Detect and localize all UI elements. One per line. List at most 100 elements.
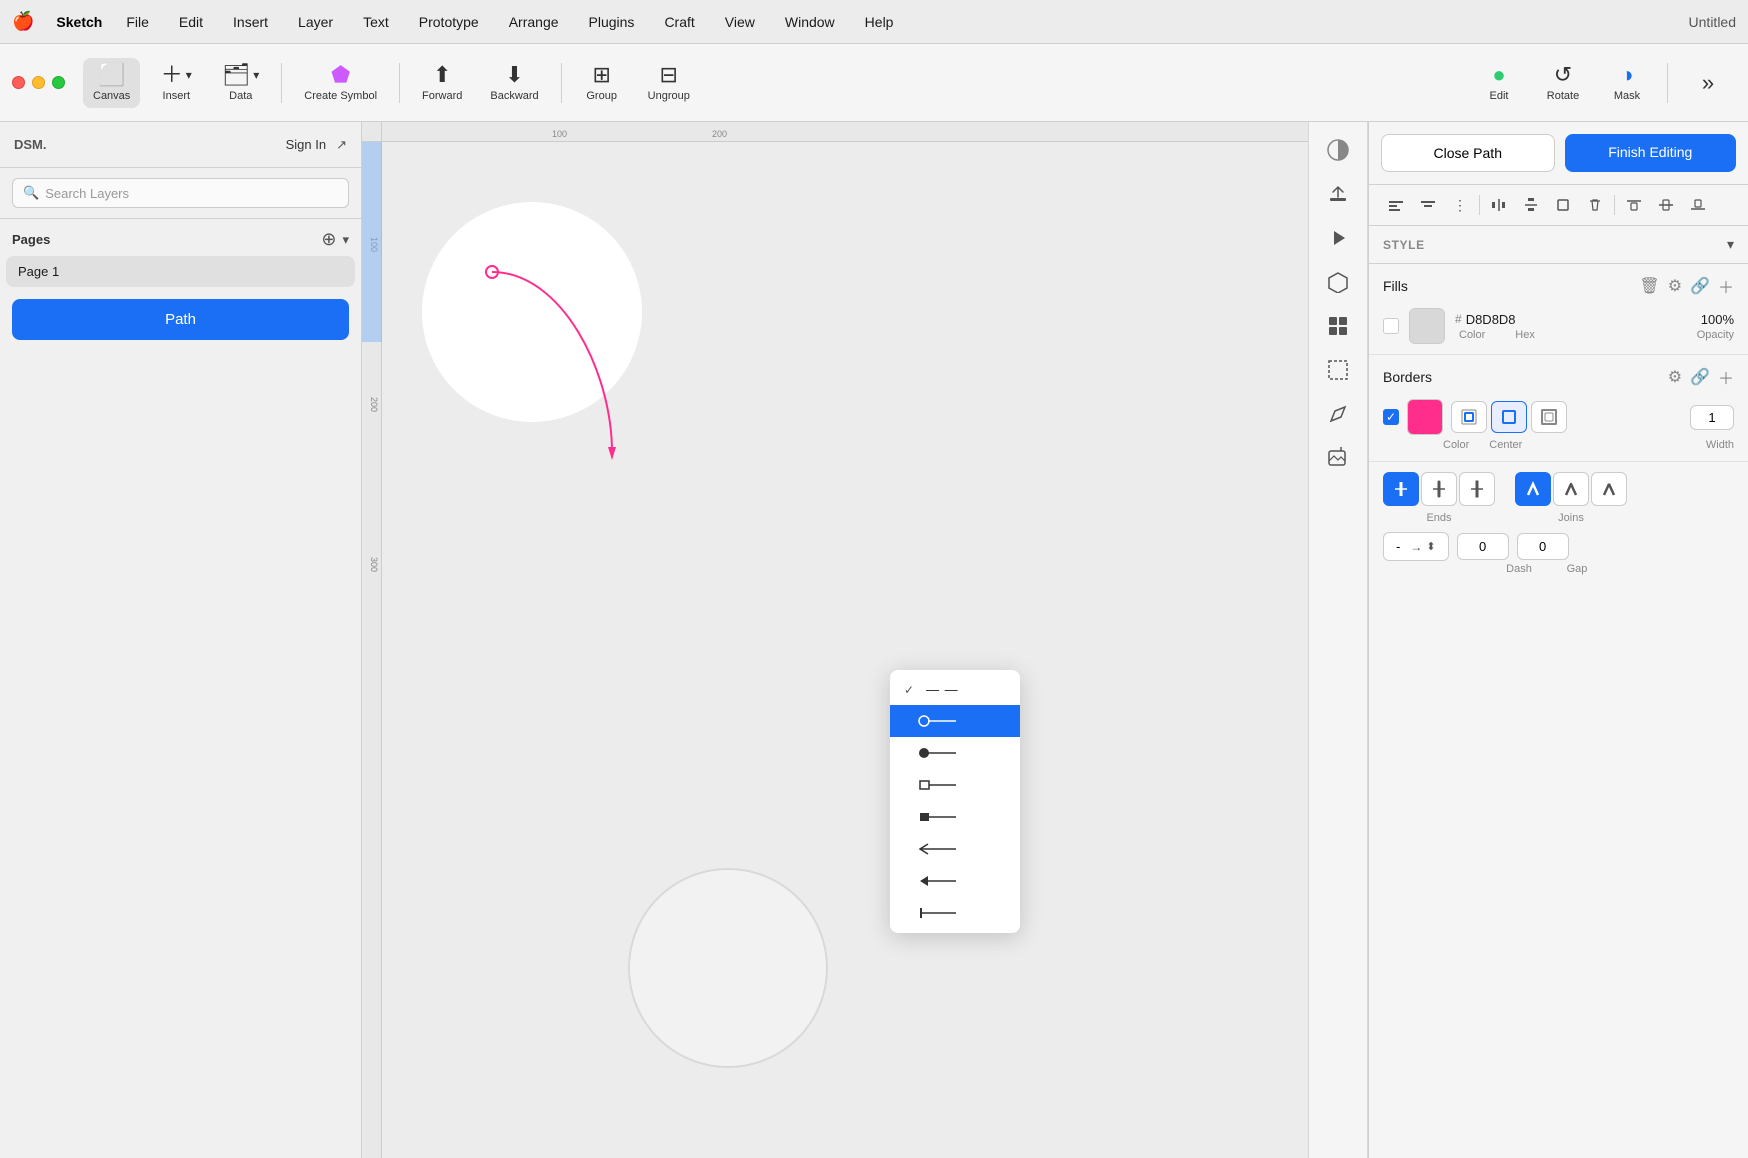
joins-round-btn[interactable]: [1553, 472, 1589, 506]
align-left-btn[interactable]: [1381, 191, 1411, 219]
play-btn[interactable]: [1316, 218, 1360, 258]
crop-btn[interactable]: [1316, 350, 1360, 390]
add-page-btn[interactable]: ⊕: [321, 229, 336, 250]
right-sidebar: Close Path Finish Editing ⋮: [1368, 122, 1748, 1158]
canvas-btn[interactable]: ⬜ Canvas: [83, 58, 140, 108]
dash-number-input[interactable]: [1457, 533, 1509, 560]
ends-square-btn[interactable]: [1459, 472, 1495, 506]
joins-bevel-btn[interactable]: [1591, 472, 1627, 506]
canvas-content[interactable]: [382, 142, 1308, 1158]
borders-link-icon[interactable]: 🔗: [1690, 367, 1710, 387]
dropdown-item-open-square[interactable]: [890, 769, 1020, 801]
align-center-h-btn[interactable]: [1413, 191, 1443, 219]
close-window-btn[interactable]: [12, 76, 25, 89]
search-layers-input[interactable]: 🔍 Search Layers: [12, 178, 349, 208]
create-symbol-btn[interactable]: ⬟ Create Symbol: [294, 58, 387, 108]
delete-btn[interactable]: [1580, 191, 1610, 219]
table-view-btn[interactable]: [1316, 306, 1360, 346]
minimize-window-btn[interactable]: [32, 76, 45, 89]
fill-opacity-value[interactable]: 100%: [1701, 312, 1734, 327]
menu-insert[interactable]: Insert: [227, 12, 274, 32]
ends-butt-btn[interactable]: [1383, 472, 1419, 506]
dropdown-item-filled-circle[interactable]: [890, 737, 1020, 769]
menu-window[interactable]: Window: [779, 12, 841, 32]
menu-plugins[interactable]: Plugins: [583, 12, 641, 32]
data-btn[interactable]: 🗂 ▾ Data: [212, 58, 269, 108]
ungroup-btn[interactable]: ⊟ Ungroup: [638, 58, 700, 108]
border-outer-btn[interactable]: [1531, 401, 1567, 433]
dropdown-item-dash[interactable]: ✓ — —: [890, 674, 1020, 705]
backward-btn[interactable]: ⬇ Backward: [480, 58, 548, 108]
border-center-btn[interactable]: [1491, 401, 1527, 433]
fill-color-label: Color: [1459, 329, 1485, 341]
distribute-h-btn[interactable]: [1484, 191, 1514, 219]
close-path-button[interactable]: Close Path: [1381, 134, 1555, 172]
fills-link-icon[interactable]: 🔗: [1690, 276, 1710, 296]
menu-help[interactable]: Help: [859, 12, 900, 32]
rotate-btn[interactable]: ↺ Rotate: [1535, 58, 1591, 108]
maximize-window-btn[interactable]: [52, 76, 65, 89]
borders-settings-icon[interactable]: ⚙: [1668, 367, 1682, 387]
dropdown-item-open-arrow[interactable]: [890, 833, 1020, 865]
magnify-circle-overlay: [628, 868, 828, 1068]
dash-stepper-icon[interactable]: ⬍: [1426, 540, 1435, 553]
forward-btn[interactable]: ⬆ Forward: [412, 58, 472, 108]
layer-path-item[interactable]: Path: [12, 299, 349, 340]
page-item[interactable]: Page 1: [6, 256, 355, 287]
fit-width-btn[interactable]: [1548, 191, 1578, 219]
pen-btn[interactable]: [1316, 394, 1360, 434]
menu-arrange[interactable]: Arrange: [503, 12, 565, 32]
hex-btn[interactable]: [1316, 262, 1360, 302]
more-align-btn[interactable]: ⋮: [1445, 191, 1475, 219]
border-checkbox[interactable]: ✓: [1383, 409, 1399, 425]
style-chevron-icon[interactable]: ▾: [1727, 236, 1734, 253]
edit-btn[interactable]: ● Edit: [1471, 58, 1527, 108]
gap-number-input[interactable]: [1517, 533, 1569, 560]
menu-view[interactable]: View: [719, 12, 761, 32]
more-btn[interactable]: »: [1680, 66, 1736, 100]
fill-checkbox[interactable]: [1383, 318, 1399, 334]
image-add-btn[interactable]: [1316, 438, 1360, 478]
pin-bottom-btn[interactable]: [1683, 191, 1713, 219]
apple-menu[interactable]: 🍎: [12, 11, 34, 32]
menu-edit[interactable]: Edit: [173, 12, 209, 32]
insert-btn[interactable]: ＋ ▾ Insert: [148, 58, 204, 108]
fill-hex-value[interactable]: D8D8D8: [1466, 312, 1516, 327]
menu-prototype[interactable]: Prototype: [413, 12, 485, 32]
menu-craft[interactable]: Craft: [658, 12, 700, 32]
pin-center-btn[interactable]: [1651, 191, 1681, 219]
fills-settings-icon[interactable]: ⚙: [1668, 276, 1682, 296]
dropdown-item-filled-arrow[interactable]: [890, 865, 1020, 897]
finish-editing-button[interactable]: Finish Editing: [1565, 134, 1737, 172]
menu-text[interactable]: Text: [357, 12, 395, 32]
dsm-logo: DSM.: [14, 137, 47, 152]
fills-delete-icon[interactable]: 🗑: [1639, 276, 1659, 296]
distribute-v-btn[interactable]: [1516, 191, 1546, 219]
color-adjust-btn[interactable]: [1316, 130, 1360, 170]
upload-btn[interactable]: [1316, 174, 1360, 214]
border-color-swatch[interactable]: [1407, 399, 1443, 435]
ruler-mark-200: 200: [712, 129, 727, 139]
mask-btn[interactable]: ◑ Mask: [1599, 58, 1655, 108]
dash-select-btn[interactable]: - → ⬍: [1383, 532, 1449, 561]
pages-chevron-icon[interactable]: ▾: [342, 232, 349, 248]
dropdown-item-filled-square[interactable]: [890, 801, 1020, 833]
border-inner-btn[interactable]: [1451, 401, 1487, 433]
dropdown-item-perp[interactable]: [890, 897, 1020, 929]
borders-add-icon[interactable]: ＋: [1718, 365, 1734, 389]
fill-color-swatch[interactable]: [1409, 308, 1445, 344]
sign-in-link[interactable]: Sign In: [286, 137, 326, 152]
dropdown-item-open-circle[interactable]: [890, 705, 1020, 737]
pin-top-btn[interactable]: [1619, 191, 1649, 219]
menu-file[interactable]: File: [120, 12, 155, 32]
ends-round-btn[interactable]: [1421, 472, 1457, 506]
joins-miter-btn[interactable]: [1515, 472, 1551, 506]
menu-layer[interactable]: Layer: [292, 12, 339, 32]
canvas-area[interactable]: 100 200 100 200 300: [362, 122, 1308, 1158]
dropdown-filled-square-icon: [918, 809, 958, 825]
path-svg: [412, 192, 692, 512]
border-width-input[interactable]: [1690, 405, 1734, 430]
group-btn[interactable]: ⊞ Group: [574, 58, 630, 108]
ruler-top: 100 200: [382, 122, 1308, 142]
fills-add-icon[interactable]: ＋: [1718, 274, 1734, 298]
